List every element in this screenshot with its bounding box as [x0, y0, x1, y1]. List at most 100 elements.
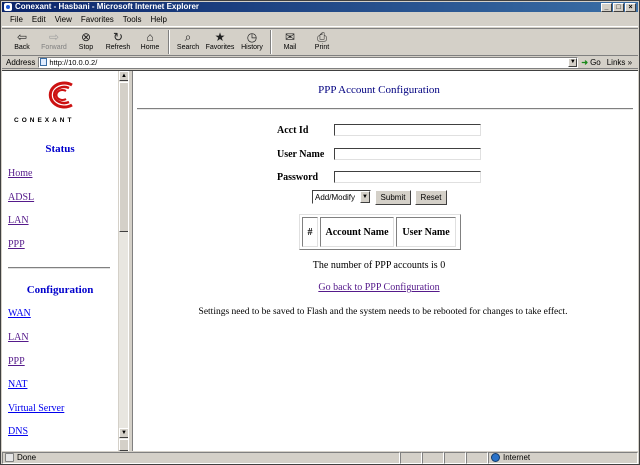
- menu-edit[interactable]: Edit: [32, 15, 46, 24]
- window-title: Conexant - Hasbani - Microsoft Internet …: [15, 2, 200, 11]
- menu-view[interactable]: View: [55, 15, 72, 24]
- address-input[interactable]: http://10.0.0.2/ ▼: [38, 56, 579, 68]
- main-frame: PPP Account Configuration Acct Id User N…: [133, 71, 638, 451]
- address-bar: Address http://10.0.0.2/ ▼ ➜ Go Links »: [2, 56, 638, 69]
- brand-name: CONEXANT: [14, 117, 75, 124]
- left-frame-scrollbar[interactable]: ▲ ▼: [118, 71, 128, 451]
- nav-link-home[interactable]: Home: [8, 168, 32, 179]
- status-panel-blank-2: [422, 451, 444, 464]
- favorites-icon: ★: [214, 30, 226, 44]
- history-icon: ◷: [246, 30, 258, 44]
- ie-icon: [4, 3, 12, 11]
- home-button[interactable]: ⌂ Home: [136, 29, 164, 51]
- scroll-thumb[interactable]: [119, 82, 128, 232]
- scroll-up-button[interactable]: ▲: [119, 71, 128, 81]
- close-button[interactable]: ×: [625, 2, 636, 12]
- mail-button[interactable]: ✉ Mail: [276, 29, 304, 51]
- internet-zone-icon: [491, 453, 500, 462]
- security-zone-panel: Internet: [488, 451, 638, 464]
- title-divider: [137, 108, 633, 110]
- nav-link-nat[interactable]: NAT: [8, 379, 27, 390]
- back-button[interactable]: ⇦ Back: [8, 29, 36, 51]
- maximize-button[interactable]: □: [613, 2, 624, 12]
- back-arrow-icon: ⇦: [16, 30, 28, 44]
- menu-bar: File Edit View Favorites Tools Help: [2, 13, 638, 27]
- stop-icon: ⊗: [80, 30, 92, 44]
- nav-link-lan-status[interactable]: LAN: [8, 215, 29, 226]
- scroll-down-button[interactable]: ▼: [119, 428, 128, 438]
- menu-tools[interactable]: Tools: [123, 15, 142, 24]
- account-count-text: The number of PPP accounts is 0: [312, 260, 446, 271]
- nav-link-wan[interactable]: WAN: [8, 308, 31, 319]
- table-header-user-name: User Name: [396, 217, 456, 247]
- nav-link-ppp-status[interactable]: PPP: [8, 239, 25, 250]
- acct-id-input[interactable]: [334, 124, 481, 136]
- password-input[interactable]: [334, 171, 481, 183]
- status-text: Done: [17, 453, 37, 462]
- print-button[interactable]: ⎙ Print: [308, 29, 336, 51]
- toolbar-separator: [270, 30, 272, 54]
- toolbar: ⇦ Back ⇨ Forward ⊗ Stop ↻ Refresh ⌂ Home…: [2, 28, 638, 56]
- table-header-index: #: [302, 217, 318, 247]
- address-url: http://10.0.0.2/: [49, 57, 98, 67]
- acct-id-label: Acct Id: [277, 125, 309, 136]
- status-panel-blank-3: [444, 451, 466, 464]
- chevron-down-icon[interactable]: ▼: [360, 191, 370, 203]
- back-to-ppp-config-link[interactable]: Go back to PPP Configuration: [133, 282, 625, 293]
- page-icon: [40, 58, 48, 66]
- nav-link-lan-config[interactable]: LAN: [8, 332, 29, 343]
- table-header-account-name: Account Name: [320, 217, 394, 247]
- menu-favorites[interactable]: Favorites: [81, 15, 114, 24]
- history-button[interactable]: ◷ History: [238, 29, 266, 51]
- minimize-button[interactable]: _: [601, 2, 612, 12]
- reset-button[interactable]: Reset: [415, 190, 447, 205]
- status-bar: Done Internet: [2, 451, 638, 464]
- search-icon: ⌕: [184, 30, 192, 44]
- refresh-button[interactable]: ↻ Refresh: [104, 29, 132, 51]
- left-nav-frame: CONEXANT Status Home ADSL LAN PPP Config…: [2, 71, 128, 451]
- address-label: Address: [6, 57, 36, 67]
- status-panel-blank-1: [400, 451, 422, 464]
- forward-arrow-icon: ⇨: [48, 30, 60, 44]
- search-button[interactable]: ⌕ Search: [174, 29, 202, 51]
- nav-link-dns[interactable]: DNS: [8, 426, 28, 437]
- status-text-panel: Done: [2, 451, 400, 464]
- home-icon: ⌂: [146, 30, 154, 44]
- nav-link-adsl[interactable]: ADSL: [8, 192, 34, 203]
- links-button[interactable]: Links »: [607, 58, 632, 67]
- stop-button[interactable]: ⊗ Stop: [72, 29, 100, 51]
- ppp-accounts-table: # Account Name User Name: [299, 214, 461, 250]
- forward-button[interactable]: ⇨ Forward: [40, 29, 68, 51]
- user-name-label: User Name: [277, 149, 325, 160]
- password-label: Password: [277, 172, 319, 183]
- status-heading: Status: [45, 143, 75, 155]
- save-reboot-note: Settings need to be saved to Flash and t…: [198, 307, 568, 317]
- page-done-icon: [5, 453, 14, 462]
- conexant-logo: [48, 81, 73, 109]
- user-name-input[interactable]: [334, 148, 481, 160]
- print-icon: ⎙: [317, 30, 327, 44]
- nav-link-ppp-config[interactable]: PPP: [8, 356, 25, 367]
- address-dropdown-button[interactable]: ▼: [568, 57, 578, 67]
- security-zone-text: Internet: [503, 453, 531, 462]
- browser-window: Conexant - Hasbani - Microsoft Internet …: [0, 0, 640, 465]
- configuration-heading: Configuration: [26, 284, 94, 296]
- page-title: PPP Account Configuration: [318, 84, 440, 96]
- nav-divider: [8, 267, 110, 269]
- mail-icon: ✉: [284, 30, 296, 44]
- status-panel-blank-4: [466, 451, 488, 464]
- action-select-value: Add/Modify: [315, 192, 356, 202]
- go-arrow-icon: ➜: [581, 57, 589, 67]
- action-select[interactable]: Add/Modify ▼: [312, 190, 371, 204]
- go-button[interactable]: ➜ Go: [581, 58, 600, 67]
- refresh-icon: ↻: [112, 30, 124, 44]
- nav-link-virtual-server[interactable]: Virtual Server: [8, 403, 64, 414]
- content-area: CONEXANT Status Home ADSL LAN PPP Config…: [2, 70, 638, 451]
- submit-button[interactable]: Submit: [375, 190, 411, 205]
- scroll-corner: [119, 439, 128, 451]
- title-bar: Conexant - Hasbani - Microsoft Internet …: [2, 2, 638, 12]
- menu-help[interactable]: Help: [150, 15, 166, 24]
- toolbar-separator: [168, 30, 170, 54]
- menu-file[interactable]: File: [10, 15, 23, 24]
- favorites-button[interactable]: ★ Favorites: [206, 29, 235, 51]
